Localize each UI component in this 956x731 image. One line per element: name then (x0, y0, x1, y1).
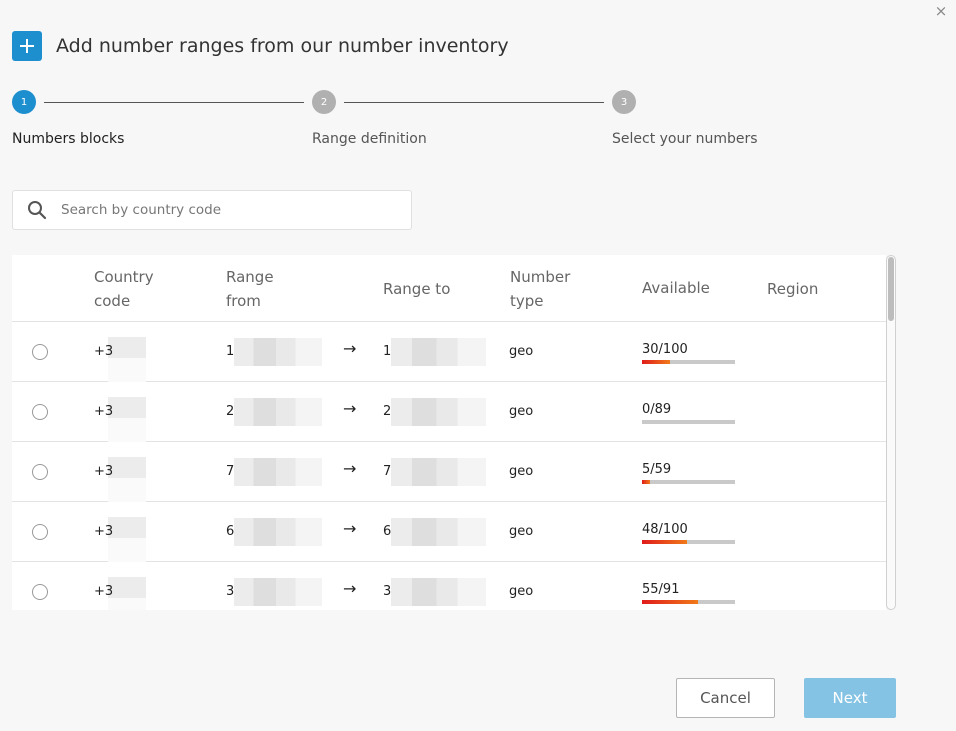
redacted-range-to (391, 398, 486, 426)
range-to-cell: 2 (383, 404, 392, 419)
available-count: 5/59 (642, 462, 672, 477)
arrow-right-icon: → (343, 399, 357, 418)
dialog-title: Add number ranges from our number invent… (56, 35, 509, 57)
available-count: 0/89 (642, 402, 672, 417)
row-select-radio[interactable] (32, 524, 48, 540)
redacted-country-code (108, 442, 146, 502)
redacted-range-to (391, 338, 486, 366)
range-from-cell: 2 (226, 404, 235, 419)
range-from-cell: 1 (226, 344, 235, 359)
range-to-cell: 6 (383, 524, 392, 539)
col-country-code-line2: code (94, 292, 131, 310)
range-from-cell: 3 (226, 584, 235, 599)
col-range-from-line2: from (226, 292, 261, 310)
step-3-label: Select your numbers (612, 131, 758, 147)
availability-bar (642, 540, 735, 544)
next-button[interactable]: Next (804, 678, 896, 718)
table-row[interactable]: +3 7 → 7 geo 5/59 (12, 442, 886, 502)
search-icon (13, 200, 61, 220)
redacted-range-to (391, 518, 486, 546)
step-connector-2 (344, 102, 604, 103)
availability-bar-fill (642, 540, 687, 544)
redacted-range-from (234, 458, 322, 486)
row-select-radio[interactable] (32, 344, 48, 360)
table-row[interactable]: +3 2 → 2 geo 0/89 (12, 382, 886, 442)
col-country-code-line1: Country (94, 268, 154, 286)
table-row[interactable]: +3 1 → 1 geo 30/100 (12, 322, 886, 382)
redacted-range-from (234, 398, 322, 426)
number-blocks-table: Country code Range from Range to Number … (12, 255, 886, 610)
availability-bar-fill (642, 480, 650, 484)
col-number-type-line2: type (510, 292, 544, 310)
redacted-country-code (108, 322, 146, 382)
country-code-cell: +3 (94, 584, 114, 599)
col-number-type: Number type (510, 265, 570, 313)
step-3-indicator: 3 (612, 90, 636, 114)
country-code-cell: +3 (94, 524, 114, 539)
step-connector-1 (44, 102, 304, 103)
number-type-cell: geo (509, 464, 534, 479)
step-2-label: Range definition (312, 131, 427, 147)
number-type-cell: geo (509, 524, 534, 539)
redacted-range-to (391, 578, 486, 606)
number-type-cell: geo (509, 344, 534, 359)
redacted-range-from (234, 578, 322, 606)
col-number-type-line1: Number (510, 268, 571, 286)
available-count: 48/100 (642, 522, 688, 537)
col-available: Available (642, 279, 710, 297)
table-scrollbar[interactable] (886, 255, 896, 610)
row-select-radio[interactable] (32, 464, 48, 480)
row-select-radio[interactable] (32, 404, 48, 420)
availability-bar-fill (642, 600, 698, 604)
arrow-right-icon: → (343, 459, 357, 478)
availability-bar (642, 600, 735, 604)
redacted-range-to (391, 458, 486, 486)
number-type-cell: geo (509, 584, 534, 599)
range-from-cell: 6 (226, 524, 235, 539)
scrollbar-thumb[interactable] (888, 257, 894, 321)
range-from-cell: 7 (226, 464, 235, 479)
arrow-right-icon: → (343, 579, 357, 598)
step-2-indicator: 2 (312, 90, 336, 114)
col-range-from-line1: Range (226, 268, 274, 286)
range-to-cell: 3 (383, 584, 392, 599)
dialog-header: Add number ranges from our number invent… (12, 31, 509, 61)
availability-bar (642, 420, 735, 424)
range-to-cell: 7 (383, 464, 392, 479)
search-input[interactable] (61, 202, 391, 218)
close-icon[interactable]: × (932, 2, 950, 20)
search-box (12, 190, 412, 230)
available-count: 55/91 (642, 582, 680, 597)
availability-bar (642, 360, 735, 364)
redacted-range-from (234, 338, 322, 366)
number-type-cell: geo (509, 404, 534, 419)
availability-bar (642, 480, 735, 484)
redacted-country-code (108, 502, 146, 562)
plus-icon (12, 31, 42, 61)
table-header: Country code Range from Range to Number … (12, 255, 886, 322)
redacted-range-from (234, 518, 322, 546)
col-range-from: Range from (226, 265, 274, 313)
step-1-label: Numbers blocks (12, 131, 125, 147)
arrow-right-icon: → (343, 519, 357, 538)
col-region: Region (767, 280, 819, 298)
country-code-cell: +3 (94, 464, 114, 479)
col-range-to: Range to (383, 280, 451, 298)
cancel-button[interactable]: Cancel (676, 678, 775, 718)
country-code-cell: +3 (94, 344, 114, 359)
table-row[interactable]: +3 6 → 6 geo 48/100 (12, 502, 886, 562)
redacted-country-code (108, 382, 146, 442)
col-country-code: Country code (94, 265, 154, 313)
availability-bar-fill (642, 360, 670, 364)
range-to-cell: 1 (383, 344, 392, 359)
table-row[interactable]: +3 3 → 3 geo 55/91 (12, 562, 886, 610)
country-code-cell: +3 (94, 404, 114, 419)
arrow-right-icon: → (343, 339, 357, 358)
row-select-radio[interactable] (32, 584, 48, 600)
redacted-country-code (108, 562, 146, 610)
available-count: 30/100 (642, 342, 688, 357)
step-1-indicator: 1 (12, 90, 36, 114)
